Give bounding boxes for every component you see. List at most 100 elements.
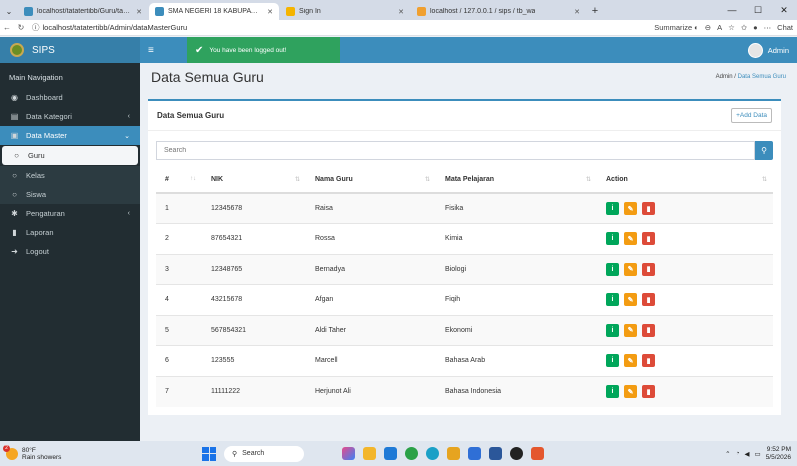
reload-icon[interactable]: ↻ [14, 23, 28, 32]
edit-button[interactable]: ✎ [624, 385, 637, 398]
sidebar-item-kelas[interactable]: ○ Kelas [0, 166, 140, 185]
sort-icon: ⇅ [424, 177, 430, 183]
zoom-icon[interactable]: ⊖ [705, 23, 711, 32]
browser-tab[interactable]: Sign In ✕ [280, 3, 410, 20]
app-icon[interactable] [531, 447, 544, 460]
edit-button[interactable]: ✎ [624, 354, 637, 368]
chevron-icon: ⌄ [124, 132, 130, 140]
table-row: 4 43215678 Afgan Fiqih i ✎ ▮ [156, 284, 773, 315]
column-header[interactable]: NIK ⇅ [202, 167, 306, 194]
detail-button[interactable]: i [606, 385, 619, 398]
delete-button[interactable]: ▮ [642, 323, 655, 337]
column-header[interactable]: Mata Pelajaran ⇅ [436, 167, 597, 194]
tray-chevron-icon[interactable]: ⌃ [725, 450, 730, 458]
info-icon[interactable]: ⓘ [32, 22, 40, 33]
github-icon[interactable] [510, 447, 523, 460]
dashboard-icon: ◉ [11, 93, 18, 102]
delete-button[interactable]: ▮ [642, 202, 655, 215]
delete-button[interactable]: ▮ [642, 354, 655, 368]
taskbar-search[interactable]: ⚲ Search [224, 445, 304, 462]
chrome-icon[interactable] [405, 447, 418, 460]
table-cell: Bernadya [306, 253, 436, 285]
close-tab-icon[interactable]: ✕ [568, 8, 580, 16]
id-card-icon: ▣ [10, 131, 19, 140]
chevron-icon: ‹ [127, 113, 130, 120]
back-icon[interactable]: ← [0, 23, 14, 32]
profile-icon[interactable]: ● [753, 23, 758, 32]
read-aloud-icon[interactable]: A [717, 23, 722, 32]
detail-button[interactable]: i [606, 354, 619, 368]
favicon-icon [417, 7, 426, 16]
favorite-icon[interactable]: ☆ [728, 23, 735, 32]
sidebar-item-data-kategori[interactable]: ▤ Data Kategori ‹ [0, 107, 140, 126]
sort-icon: ↑↓ [190, 176, 196, 182]
browser-tab[interactable]: localhost / 127.0.0.1 / sips / tb_wa ✕ [411, 3, 586, 20]
files-icon[interactable] [447, 447, 460, 460]
close-tab-icon[interactable]: ✕ [261, 8, 273, 16]
detail-button[interactable]: i [606, 293, 619, 307]
sidebar-item-data-master[interactable]: ▣ Data Master ⌄ [0, 126, 140, 145]
volume-icon[interactable]: ◀ [745, 450, 750, 458]
sidebar-item-guru[interactable]: ○ Guru [2, 146, 138, 165]
minimize-icon[interactable]: — [719, 0, 745, 20]
delete-button[interactable]: ▮ [642, 262, 655, 276]
table-cell: Raisa [306, 192, 436, 224]
browser-tab[interactable]: SMA NEGERI 18 KABUPATEN TAN✕ [149, 3, 279, 20]
battery-icon[interactable]: ▭ [755, 450, 761, 458]
browser-tab[interactable]: localhost/tatatertibb/Guru/tatPel ✕ [18, 3, 148, 20]
search-input[interactable] [156, 141, 755, 160]
brand[interactable]: SIPS [0, 37, 140, 63]
tab-actions-icon[interactable]: ⌄ [0, 3, 18, 20]
add-data-button[interactable]: +Add Data [731, 108, 772, 123]
clock[interactable]: 9:52 PM 5/5/2026 [766, 446, 791, 462]
detail-button[interactable]: i [606, 262, 619, 276]
more-icon[interactable]: ⋯ [764, 23, 772, 32]
column-header[interactable]: Action ⇅ [597, 167, 773, 194]
weather-widget[interactable]: 2 80°F Rain showers [0, 444, 130, 461]
breadcrumb-root[interactable]: Admin [716, 74, 733, 80]
detail-button[interactable]: i [606, 323, 619, 337]
copilot-icon[interactable] [342, 447, 355, 460]
detail-button[interactable]: i [606, 202, 619, 215]
detail-button[interactable]: i [606, 232, 619, 246]
table-row: 2 87654321 Rossa Kimia i ✎ ▮ [156, 223, 773, 254]
edit-button[interactable]: ✎ [624, 323, 637, 337]
sidebar-item-dashboard[interactable]: ◉ Dashboard [0, 88, 140, 107]
url-field[interactable]: ⓘ localhost/tatatertibb/Admin/dataMaster… [32, 22, 654, 33]
sidebar-item-siswa[interactable]: ○ Siswa [0, 185, 140, 204]
table-cell: 43215678 [202, 284, 306, 315]
wifi-icon[interactable]: ◔ [736, 450, 740, 457]
column-header[interactable]: # ↑↓ [156, 167, 202, 194]
circle-icon: ○ [12, 190, 17, 199]
edge-icon[interactable] [426, 447, 439, 460]
sidebar-item-laporan[interactable]: ▮ Laporan [0, 223, 140, 242]
system-tray: ⌃ ◔ ◀ ▭ 9:52 PM 5/5/2026 [725, 446, 797, 462]
file-explorer-icon[interactable] [363, 447, 376, 460]
start-icon[interactable] [202, 446, 216, 461]
column-header[interactable]: Nama Guru ⇅ [306, 167, 436, 194]
edit-button[interactable]: ✎ [624, 262, 637, 276]
close-tab-icon[interactable]: ✕ [130, 8, 142, 16]
avatar [747, 42, 763, 58]
new-tab-button[interactable]: + [587, 3, 603, 20]
close-tab-icon[interactable]: ✕ [392, 8, 404, 16]
delete-button[interactable]: ▮ [642, 293, 655, 307]
menu-toggle-icon[interactable]: ≡ [148, 45, 154, 56]
store-icon[interactable] [468, 447, 481, 460]
edit-button[interactable]: ✎ [624, 293, 637, 307]
chat-button[interactable]: Chat [777, 23, 793, 32]
search-icon[interactable]: ⚲ [755, 141, 773, 160]
edit-button[interactable]: ✎ [624, 232, 637, 246]
delete-button[interactable]: ▮ [642, 385, 655, 398]
vscode-icon[interactable] [384, 447, 397, 460]
sidebar-item-logout[interactable]: ➜ Logout [0, 242, 140, 261]
favorites-bar-icon[interactable]: ✩ [741, 23, 747, 32]
delete-button[interactable]: ▮ [642, 232, 655, 246]
user-menu[interactable]: Admin [747, 42, 797, 58]
summarize-button[interactable]: Summarize ◐ [654, 23, 699, 32]
sidebar-item-pengaturan[interactable]: ✱ Pengaturan ‹ [0, 204, 140, 223]
close-window-icon[interactable]: ✕ [771, 0, 797, 20]
word-icon[interactable] [489, 447, 502, 460]
edit-button[interactable]: ✎ [624, 202, 637, 215]
maximize-icon[interactable]: ☐ [745, 0, 771, 20]
